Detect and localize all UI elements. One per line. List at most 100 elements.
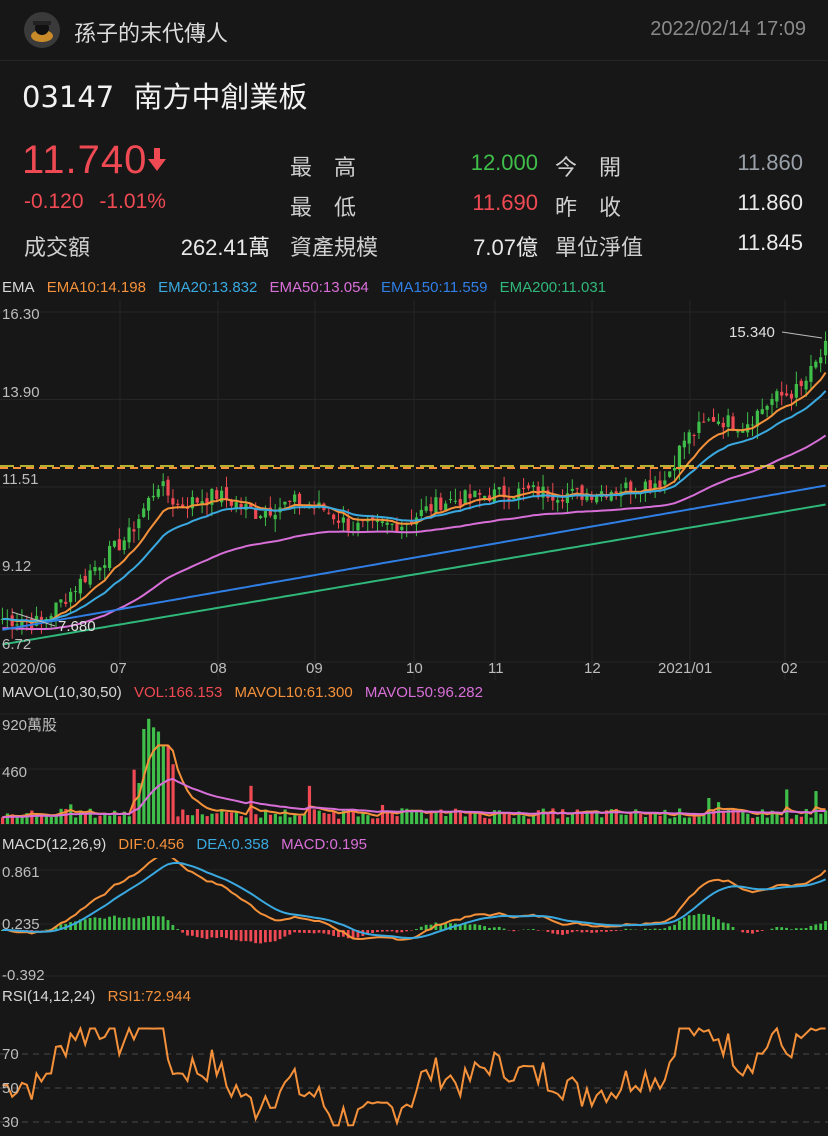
volume-bar	[366, 815, 370, 824]
volume-bar	[556, 818, 560, 824]
high-label: 最 高	[290, 156, 357, 181]
macd-bar	[741, 930, 745, 933]
candle-body	[283, 501, 287, 505]
candle-body	[789, 393, 794, 399]
macd-bar	[692, 915, 696, 930]
candle-body	[799, 380, 803, 387]
macd-bar	[570, 930, 574, 933]
macd-legend[interactable]: MACD(12,26,9) DIF:0.456 DEA:0.358 MACD:0…	[2, 836, 375, 853]
macd-chart[interactable]	[0, 858, 828, 986]
candle-body	[814, 361, 818, 368]
price-y-tick: 11.51	[2, 471, 39, 488]
volume-bar	[332, 811, 336, 824]
stock-code: 03147	[22, 80, 115, 114]
price-y-tick: 16.30	[2, 306, 40, 323]
vol-y-tick: 920萬股	[2, 717, 58, 734]
macd-bar	[551, 930, 555, 934]
candle-body	[395, 524, 399, 533]
x-tick: 12	[584, 660, 601, 677]
macd-bar	[512, 930, 516, 932]
volume-bar	[463, 816, 467, 824]
candle-body	[658, 480, 662, 488]
volume-bar	[93, 817, 97, 824]
candle-body	[702, 421, 706, 423]
divider	[0, 60, 828, 61]
volume-bar	[186, 815, 190, 824]
volume-bar	[536, 810, 540, 824]
candle-body	[682, 440, 686, 448]
x-tick: 02	[781, 660, 798, 677]
volume-bar	[239, 816, 243, 824]
volume-bar	[531, 815, 536, 824]
candle-body	[785, 393, 789, 396]
rsi1-label: RSI1:72.944	[107, 988, 191, 1005]
candle-body	[176, 503, 180, 505]
volume-legend[interactable]: MAVOL(10,30,50) VOL:166.153 MAVOL10:61.3…	[2, 684, 491, 701]
candle-body	[687, 432, 691, 444]
username[interactable]: 孫子的末代傳人	[74, 16, 228, 48]
macd-bar	[181, 930, 185, 933]
macd-bar	[497, 926, 501, 930]
volume-bar	[746, 813, 750, 824]
volume-bar	[682, 817, 687, 824]
macd-bar	[624, 928, 628, 930]
volume-bar	[195, 808, 200, 824]
macd-bar	[824, 921, 827, 930]
x-tick: 07	[110, 660, 127, 677]
candle-body	[117, 539, 121, 551]
candle-body	[341, 517, 345, 523]
candle-body	[663, 480, 667, 485]
candle-body	[692, 434, 696, 436]
volume-bar	[317, 810, 321, 824]
candle-body	[380, 521, 384, 523]
macd-bar	[483, 926, 486, 930]
volume-bar	[83, 813, 87, 824]
macd-bar	[205, 930, 209, 940]
turnover-value: 262.41萬	[180, 235, 270, 260]
macd-bar	[658, 928, 662, 930]
candle-body	[293, 494, 297, 502]
candle-body	[73, 591, 78, 593]
rsi-legend[interactable]: RSI(14,12,24) RSI1:72.944	[2, 988, 199, 1005]
dea-label: DEA:0.358	[196, 836, 269, 853]
x-tick: 2020/06	[2, 660, 57, 677]
macd-bar	[595, 930, 599, 933]
macd-bar	[531, 928, 535, 930]
volume-bar	[307, 785, 312, 824]
price-chart[interactable]	[0, 300, 828, 680]
volume-bar	[151, 727, 156, 824]
macd-bar	[775, 927, 779, 930]
volume-bar	[371, 818, 375, 824]
candle-body	[775, 391, 779, 402]
prev-close-value: 11.860	[737, 190, 803, 215]
candle-body	[224, 487, 229, 500]
macd-bar	[478, 925, 482, 930]
volume-bar	[570, 813, 575, 824]
volume-bar	[775, 813, 779, 824]
volume-chart[interactable]	[0, 706, 828, 834]
ema-legend[interactable]: EMA EMA10:14.198 EMA20:13.832 EMA50:13.0…	[2, 279, 614, 296]
rsi-chart[interactable]	[0, 1010, 828, 1134]
timestamp: 2022/02/14 17:09	[650, 18, 806, 40]
macd-bar	[405, 930, 409, 932]
volume-bar	[229, 812, 234, 824]
volume-bar	[478, 813, 482, 824]
volume-bar	[132, 769, 136, 824]
avatar[interactable]	[24, 12, 60, 48]
macd-bar	[604, 930, 608, 932]
macd-bar	[468, 924, 472, 930]
macd-bar	[88, 917, 92, 930]
macd-bar	[794, 928, 798, 930]
volume-bar	[117, 816, 122, 824]
candle-body	[517, 488, 521, 500]
volume-bar	[697, 816, 701, 824]
macd-bar	[108, 916, 111, 930]
candle-body	[736, 431, 740, 433]
macd-bar	[156, 916, 160, 930]
macd-bar	[302, 930, 306, 933]
candle-body	[112, 540, 117, 547]
candle-body	[731, 416, 735, 430]
candle-body	[463, 490, 467, 504]
mavol10-line	[2, 744, 826, 819]
volume-bar	[1, 817, 5, 824]
